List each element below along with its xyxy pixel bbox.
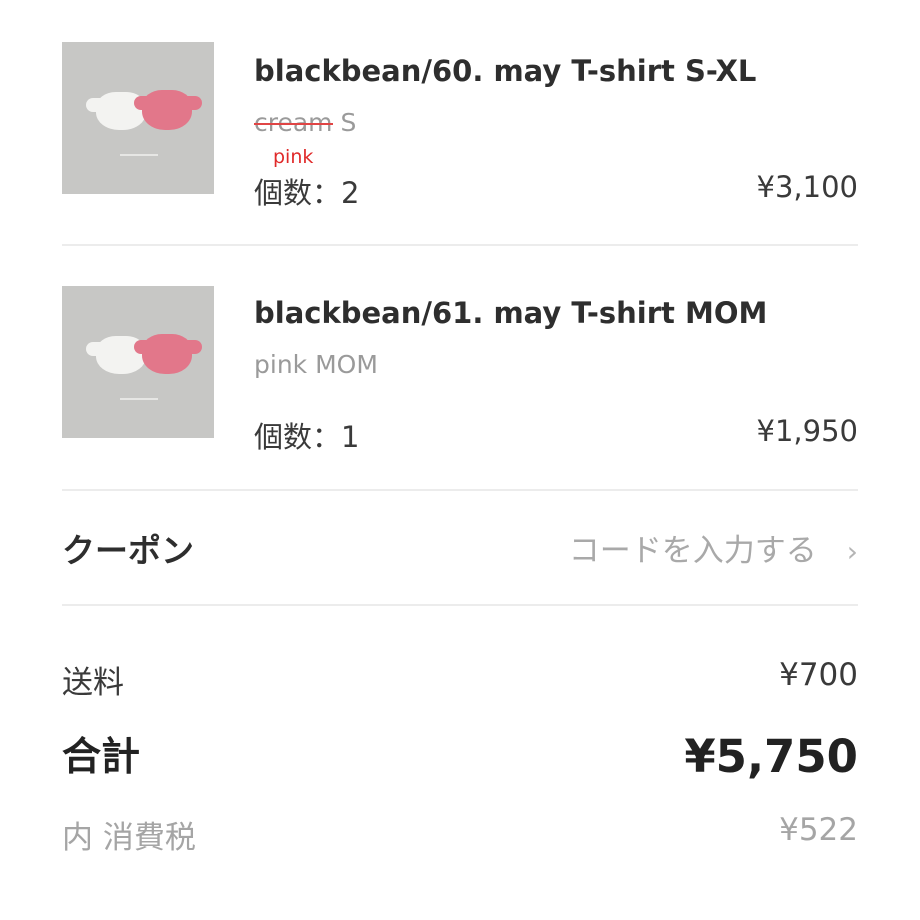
item-title[interactable]: blackbean/61. may T-shirt MOM [254, 296, 767, 330]
handwritten-annotation: pink [273, 146, 314, 168]
item-price: ¥1,950 [756, 414, 858, 448]
total-label: 合計 [62, 735, 141, 780]
shipping-value: ¥700 [779, 657, 858, 693]
chevron-right-icon[interactable]: › [847, 535, 858, 568]
coupon-label: クーポン [62, 531, 194, 570]
coupon-action-text[interactable]: コードを入力する [569, 533, 817, 569]
product-image[interactable] [62, 42, 214, 194]
tax-label: 内 消費税 [62, 820, 196, 856]
item-variant: pink MOM [254, 350, 378, 379]
item-variant: cream S [254, 108, 356, 137]
product-image[interactable] [62, 286, 214, 438]
pink-shirt-shape [134, 334, 202, 374]
variant-size: S [332, 108, 357, 137]
item-quantity: 個数：2 [254, 176, 360, 210]
cart-item[interactable]: blackbean/61. may T-shirt MOM pink MOM 個… [62, 286, 858, 454]
tax-value: ¥522 [779, 812, 858, 848]
cart-item[interactable]: blackbean/60. may T-shirt S-XL cream S p… [62, 42, 858, 210]
image-caption-mark [120, 398, 158, 400]
total-value: ¥5,750 [684, 730, 858, 783]
divider [62, 244, 858, 246]
struck-variant: cream [254, 108, 333, 137]
item-quantity: 個数：1 [254, 420, 360, 454]
pink-shirt-shape [134, 90, 202, 130]
divider [62, 489, 858, 491]
item-price: ¥3,100 [756, 170, 858, 204]
shipping-label: 送料 [62, 665, 124, 701]
item-title[interactable]: blackbean/60. may T-shirt S-XL [254, 54, 756, 88]
image-caption-mark [120, 154, 158, 156]
enter-coupon-code-link[interactable]: コードを入力する › [569, 525, 858, 570]
divider [62, 604, 858, 606]
